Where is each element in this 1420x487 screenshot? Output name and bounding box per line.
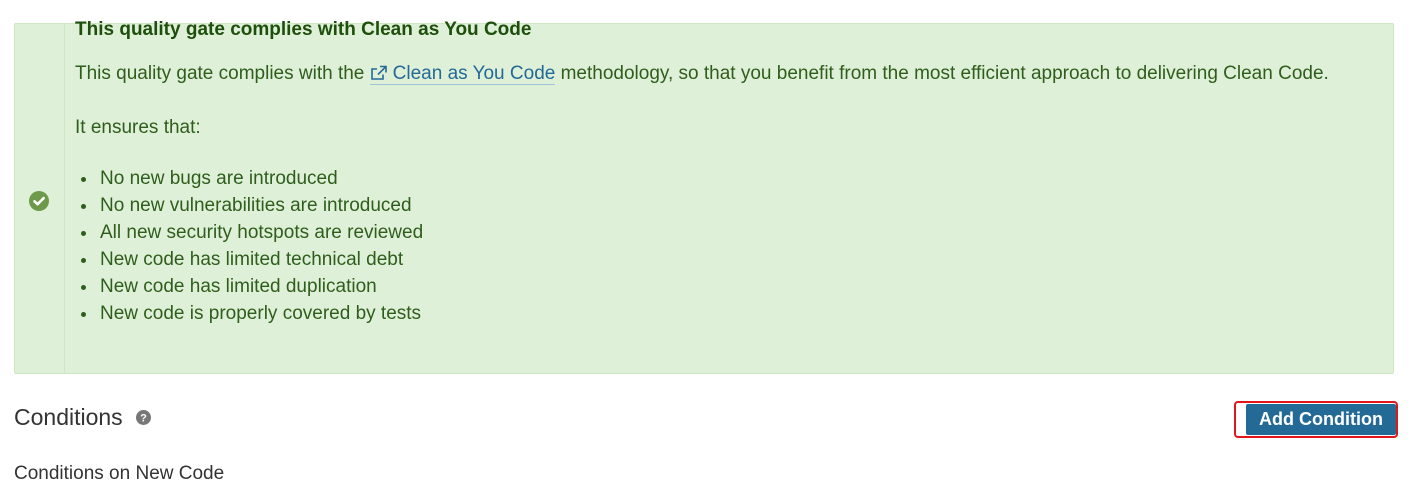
alert-text-before-link: This quality gate complies with the [75,63,370,84]
conditions-subheading: Conditions on New Code [14,463,225,484]
list-item: No new vulnerabilities are introduced [98,192,423,219]
alert-description: This quality gate complies with the Clea… [75,60,1345,87]
svg-text:?: ? [140,412,147,424]
conditions-title: Conditions [14,404,123,430]
conditions-heading: Conditions ? [14,401,151,433]
alert-text-after-link: methodology, so that you benefit from th… [555,63,1329,84]
ensures-label: It ensures that: [75,117,201,138]
external-link-icon [370,65,387,80]
list-item: New code has limited duplication [98,273,423,300]
list-item: No new bugs are introduced [98,165,423,192]
requirements-list: No new bugs are introduced No new vulner… [75,165,423,327]
list-item: New code is properly covered by tests [98,300,423,327]
alert-icon-column [15,24,65,373]
clean-as-you-code-link-label: Clean as You Code [392,63,556,84]
list-item: New code has limited technical debt [98,246,423,273]
question-circle-icon[interactable]: ? [135,409,151,425]
list-item: All new security hotspots are reviewed [98,219,423,246]
add-condition-highlight: Add Condition [1234,401,1398,438]
clean-as-you-code-link[interactable]: Clean as You Code [369,63,556,85]
add-condition-button[interactable]: Add Condition [1246,404,1396,435]
check-circle-icon [29,191,49,211]
alert-title: This quality gate complies with Clean as… [75,19,532,40]
